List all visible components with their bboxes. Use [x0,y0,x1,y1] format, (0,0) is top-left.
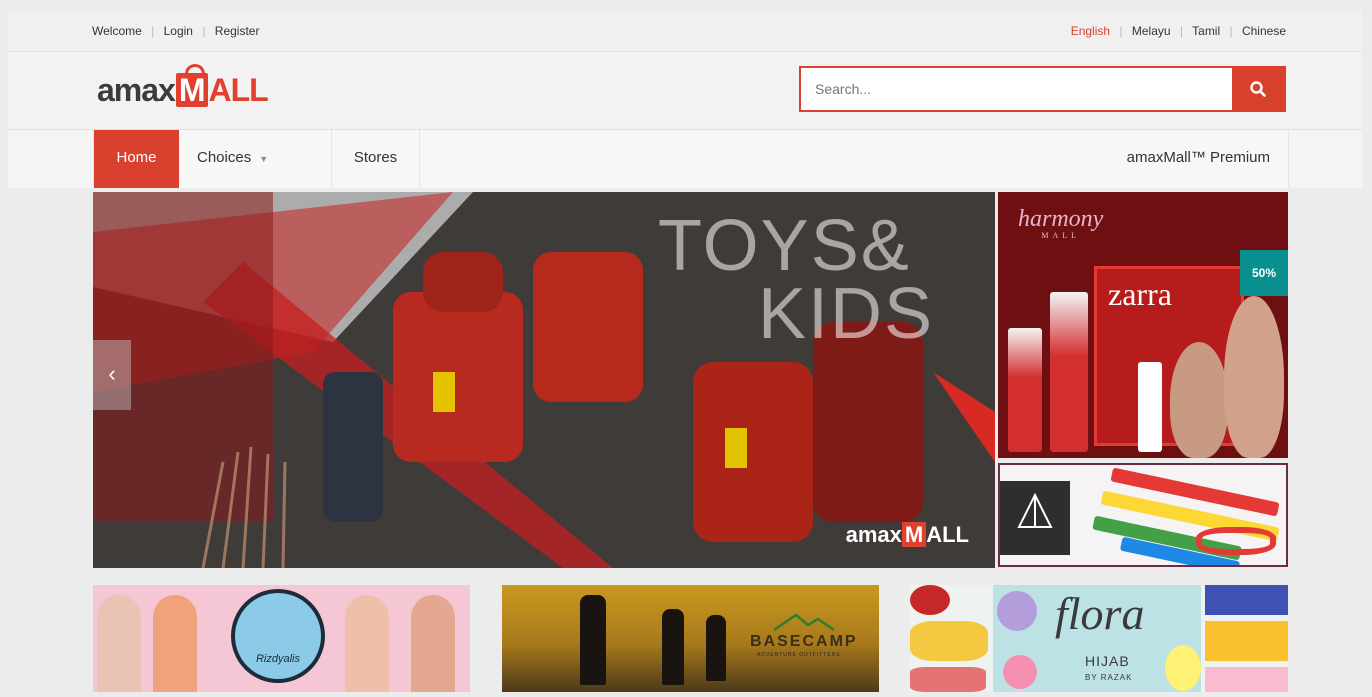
harmony-logo: harmony MALL [1018,206,1103,240]
nav-stores[interactable]: Stores [332,130,420,188]
nav-choices-dropdown[interactable]: Choices ▼ [179,130,332,188]
divider: | [151,24,155,38]
model-photo [411,595,455,692]
side-banner-stationery[interactable] [998,463,1288,567]
search-icon [1250,81,1266,97]
hijab-brand-name: Rizdyalis [255,653,300,665]
harmony-brand: harmony [1018,206,1104,232]
product-bottle [1138,362,1162,452]
nav-bar: Home Choices ▼ Stores amaxMall™ Premium [93,130,1289,188]
flora-panel: flora HIJAB BY RAZAK [993,585,1201,692]
flower-image [1205,667,1288,692]
logo-prefix: amax [97,72,176,108]
promo-flora-banner[interactable]: flora HIJAB BY RAZAK [910,585,1288,692]
side-banner-harmony[interactable]: harmony MALL zarra 50% [998,192,1288,458]
page: Welcome | Login | Register English | Mel… [0,0,1372,697]
basecamp-subtitle: ADVENTURE OUTFITTERS [757,652,841,658]
flower-image [910,585,950,615]
welcome-text: Welcome [92,24,142,38]
hiker-image [706,615,726,681]
language-chinese[interactable]: Chinese [1242,24,1286,38]
language-tamil[interactable]: Tamil [1192,24,1220,38]
basecamp-title: BASECAMP [750,633,858,650]
hero-brand-suffix: ALL [926,522,969,547]
promo-basecamp-banner[interactable]: BASECAMP ADVENTURE OUTFITTERS [502,585,879,692]
nav-premium[interactable]: amaxMall™ Premium [1127,130,1270,188]
carousel-prev-button[interactable]: ‹ [93,340,131,410]
logo-suffix: ALL [208,72,269,108]
main-navigation: Home Choices ▼ Stores amaxMall™ Premium [8,130,1362,188]
zarra-title: zarra [1108,276,1172,312]
site-header: amax M ALL [8,52,1362,130]
search-input[interactable] [801,68,1233,110]
flower-image [910,667,986,692]
triangle-logo-icon [1017,492,1053,528]
flower-image [1165,645,1201,691]
flower-image [910,621,988,661]
promo-hijab-banner[interactable]: Rizdyalis [93,585,470,692]
flower-image [1205,585,1288,615]
language-switcher: English | Melayu | Tamil | Chinese [1071,24,1286,38]
divider: | [1229,24,1233,38]
flower-image [1205,621,1288,661]
flora-title: flora [1055,588,1145,639]
language-melayu[interactable]: Melayu [1132,24,1171,38]
nav-home[interactable]: Home [94,130,179,188]
nav-choices-label: Choices [197,149,252,166]
hiker-image [662,609,684,685]
stationery-logo [1000,481,1070,555]
product-bottle [1008,328,1042,452]
hero-carousel[interactable]: TOYS& KIDS amax M ALL ‹ [93,192,995,568]
divider: | [1119,24,1123,38]
hero-title: TOYS& KIDS [658,206,935,354]
chevron-down-icon: ▼ [259,154,269,164]
model-photo [153,595,197,692]
divider: | [1179,24,1184,38]
flower-image [997,591,1037,631]
model-photo [345,595,389,692]
search-bar [799,66,1286,112]
hero-title-line2: KIDS [758,274,935,354]
discount-badge: 50% [1240,250,1288,296]
flower-image [1003,655,1037,689]
hiker-image [580,595,606,685]
flora-byline: BY RAZAK [1085,673,1133,682]
mountain-logo-icon [774,613,834,631]
model-photo [1224,296,1284,458]
hero-title-line1: TOYS& [658,206,911,286]
login-link[interactable]: Login [164,24,193,38]
model-photo [97,595,141,692]
harmony-sub: MALL [1041,231,1080,240]
search-button[interactable] [1232,68,1284,110]
site-logo[interactable]: amax M ALL [97,64,269,112]
product-bottle [1050,292,1088,452]
register-link[interactable]: Register [215,24,260,38]
flora-subtitle: HIJAB [1085,653,1130,669]
hero-brand-prefix: amax [845,522,902,547]
model-photo [1170,342,1228,458]
top-bar: Welcome | Login | Register English | Mel… [8,10,1362,52]
logo-bag-mark: M [175,64,208,107]
divider: | [202,24,206,38]
hijab-brand-badge: Rizdyalis [231,589,325,683]
language-english[interactable]: English [1071,24,1110,38]
account-links: Welcome | Login | Register [92,24,259,38]
scissors-image [1196,527,1276,555]
hero-brand-logo: amax M ALL [846,522,969,548]
hero-brand-mark: M [901,522,927,547]
